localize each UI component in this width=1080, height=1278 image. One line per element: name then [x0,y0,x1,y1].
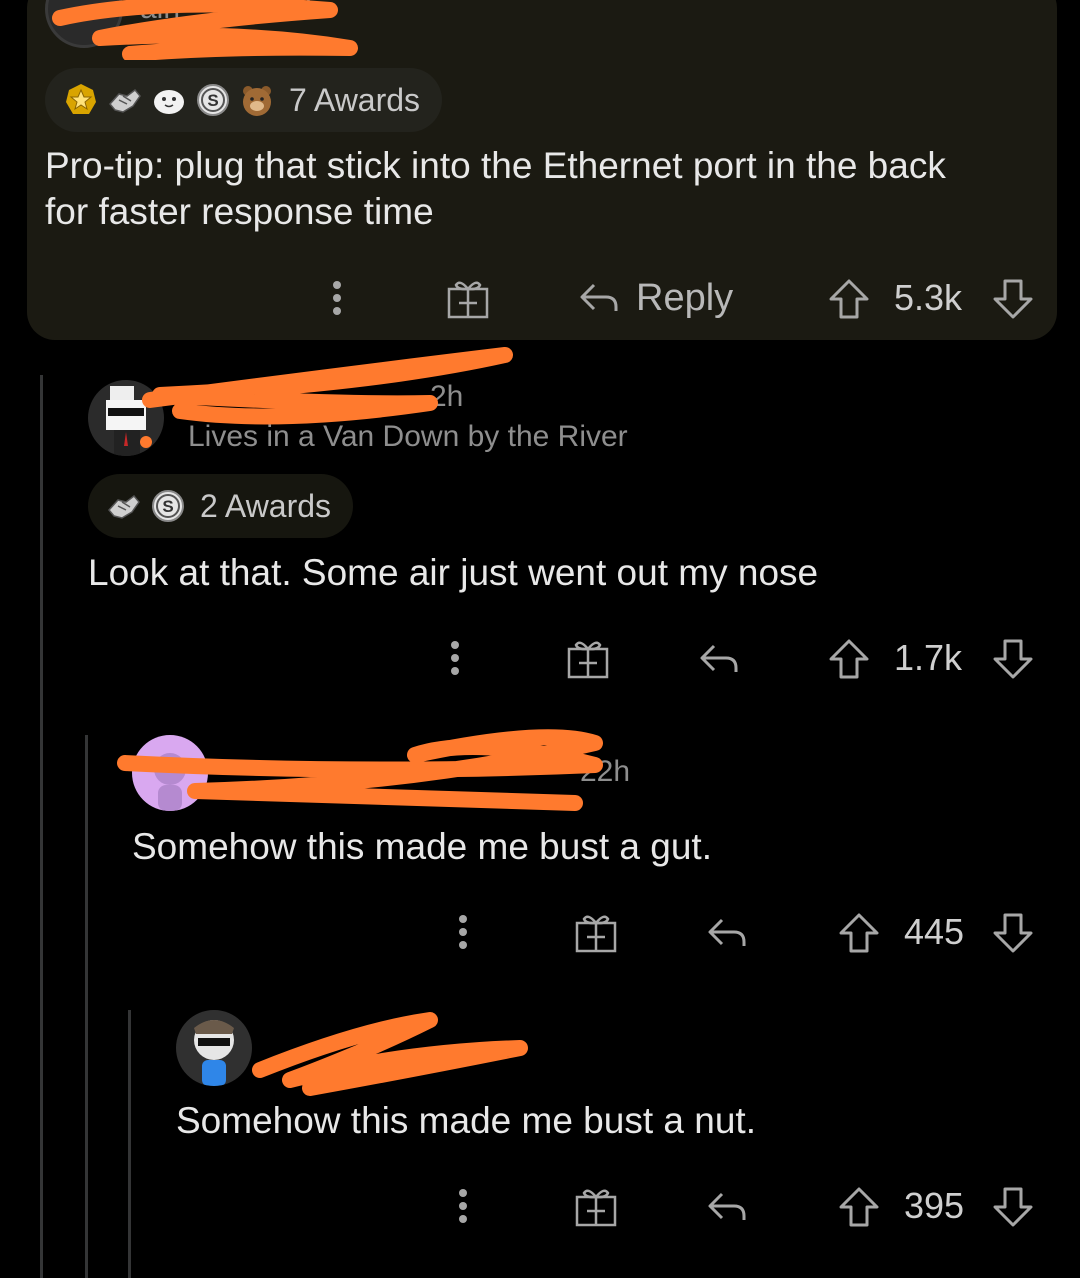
comment4-score: 395 [904,1185,965,1226]
handshake-award-icon [107,82,143,118]
comment2-awards-label: 2 Awards [200,487,332,524]
upvote-icon[interactable] [828,638,870,680]
give-award-icon[interactable] [445,276,491,322]
wholesome-seal-award-icon [151,82,187,118]
comment1-score: 5.3k [894,277,963,318]
more-options-icon[interactable] [448,902,478,962]
redaction-scribble [252,1012,528,1096]
reply-button[interactable]: Reply [578,268,733,328]
thread-line-level-3[interactable] [128,1010,131,1278]
downvote-icon[interactable] [992,278,1034,320]
more-options-icon[interactable] [448,1176,478,1236]
upvote-icon[interactable] [838,1186,880,1228]
comment2-awards[interactable]: S 2 Awards [88,474,354,538]
give-award-icon[interactable] [573,910,619,956]
upvote-icon[interactable] [838,912,880,954]
downvote-icon[interactable] [992,638,1034,680]
give-award-icon[interactable] [565,636,611,682]
comment2-score: 1.7k [894,637,963,678]
comment3-actions: 445 [0,902,1080,962]
gold-star-award-icon [63,82,99,118]
more-options-icon[interactable] [322,268,352,328]
comment1-body-line2: for faster response time [45,191,434,232]
comment2-body: Look at that. Some air just went out my … [88,552,819,593]
comment2-actions: 1.7k [0,628,1080,688]
comment3-score: 445 [904,911,965,952]
reply-arrow-icon [578,281,620,315]
comment2-age: 2h [430,380,464,413]
comment2-avatar[interactable] [88,380,164,456]
comment2-flair: Lives in a Van Down by the River [188,420,628,453]
downvote-icon[interactable] [992,1186,1034,1228]
reply-label: Reply [636,276,734,319]
comment1-username[interactable]: aih [140,0,180,26]
bear-award-icon [239,82,275,118]
comment3-avatar[interactable] [132,735,208,811]
comment1-awards-label: 7 Awards [289,81,421,118]
downvote-icon[interactable] [992,912,1034,954]
reply-arrow-icon[interactable] [705,914,749,952]
thread-line-level-1[interactable] [40,375,43,1278]
handshake-award-icon [106,488,142,524]
comment1-body: Pro-tip: plug that stick into the Ethern… [45,143,946,235]
svg-text:S: S [207,91,218,110]
comment1-username-text[interactable]: aih [140,0,180,25]
comment4-actions: 395 [0,1176,1080,1236]
silver-coin-award-icon: S [150,488,186,524]
more-options-icon[interactable] [440,628,470,688]
comment1-awards[interactable]: S 7 Awards [45,68,443,132]
give-award-icon[interactable] [573,1184,619,1230]
silver-coin-award-icon: S [195,82,231,118]
comment3-body: Somehow this made me bust a gut. [132,826,712,867]
comment3-age: 22h [580,755,631,788]
comment1-age: h [305,0,322,25]
svg-text:S: S [162,497,173,516]
reply-arrow-icon[interactable] [697,640,741,678]
upvote-icon[interactable] [828,278,870,320]
comment4-body: Somehow this made me bust a nut. [176,1100,756,1141]
comment4-avatar[interactable] [176,1010,252,1086]
comment1-body-line1: Pro-tip: plug that stick into the Ethern… [45,145,946,186]
comment1-actions: Reply 5.3k [0,268,1080,328]
reply-arrow-icon[interactable] [705,1188,749,1226]
